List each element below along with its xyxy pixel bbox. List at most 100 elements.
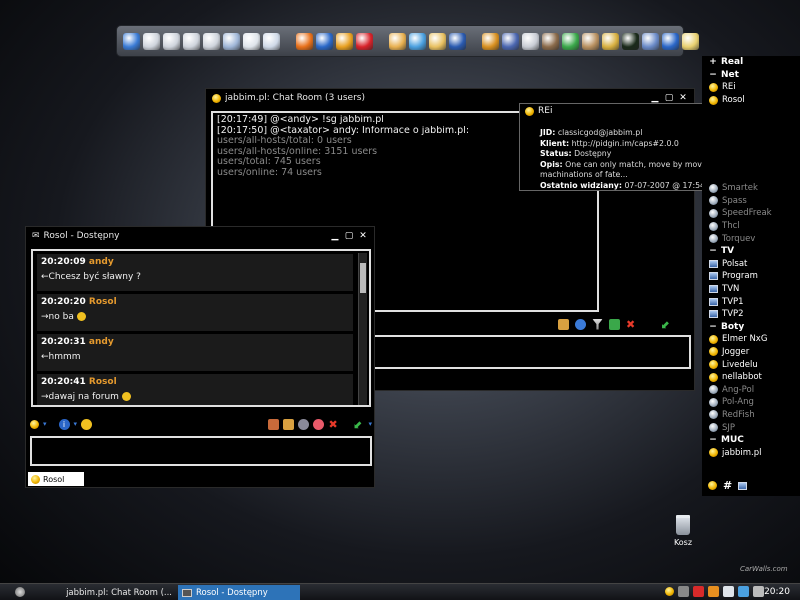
info-icon[interactable]: i bbox=[58, 418, 70, 430]
roster-contact[interactable]: Jogger bbox=[702, 346, 800, 359]
chevron-down-icon[interactable]: ▾ bbox=[43, 420, 47, 428]
gear-icon[interactable] bbox=[298, 418, 310, 430]
roster-contact[interactable]: jabbim.pl bbox=[702, 446, 800, 459]
boot-icon[interactable] bbox=[542, 32, 559, 50]
chevron-down-icon[interactable]: ▾ bbox=[368, 420, 372, 428]
roster-contact[interactable]: Livedelu bbox=[702, 358, 800, 371]
expand-icon[interactable]: − bbox=[709, 246, 717, 256]
close-x-icon[interactable]: ✖ bbox=[328, 419, 339, 430]
roster-group[interactable]: − MUC bbox=[702, 434, 800, 447]
winamp-icon[interactable] bbox=[336, 32, 353, 50]
expand-icon[interactable]: − bbox=[709, 70, 717, 80]
roster-contact[interactable]: Torquev bbox=[702, 232, 800, 245]
gift-icon[interactable] bbox=[268, 418, 280, 430]
message-input[interactable] bbox=[30, 436, 372, 466]
expand-icon[interactable]: − bbox=[709, 322, 717, 332]
network-icon[interactable] bbox=[678, 586, 689, 597]
status-bulb-icon[interactable] bbox=[30, 419, 39, 429]
roster-contact[interactable]: nellabbot bbox=[702, 371, 800, 384]
filter-icon[interactable] bbox=[592, 318, 603, 330]
roster-contact[interactable]: Polsat bbox=[702, 258, 800, 271]
send-arrow-icon[interactable]: ⬋ bbox=[353, 419, 364, 430]
folder-icon[interactable] bbox=[263, 32, 280, 50]
private-chat-titlebar[interactable]: ✉ Rosol - Dostępny ▁ ▢ ✕ bbox=[26, 227, 374, 245]
mouse-icon[interactable] bbox=[183, 32, 200, 50]
taskbar-item-private-chat[interactable]: Rosol - Dostępny bbox=[178, 585, 300, 600]
roster-group[interactable]: − TV bbox=[702, 245, 800, 258]
roster-contact[interactable]: REi bbox=[702, 81, 800, 94]
close-button[interactable]: ✕ bbox=[358, 231, 368, 241]
chat-room-input[interactable] bbox=[346, 335, 691, 369]
roster-contact[interactable]: Thcl bbox=[702, 220, 800, 233]
phone-icon[interactable] bbox=[223, 32, 240, 50]
roster-contact[interactable]: Rosol bbox=[702, 94, 800, 107]
expand-icon[interactable]: − bbox=[709, 435, 717, 445]
roster-contact[interactable]: Spass bbox=[702, 195, 800, 208]
send-arrow-icon[interactable]: ⬋ bbox=[661, 319, 672, 330]
close-button[interactable]: ✕ bbox=[678, 93, 688, 103]
volume-icon[interactable] bbox=[753, 586, 764, 597]
mouse-icon[interactable] bbox=[203, 32, 220, 50]
status-bulb-icon[interactable] bbox=[708, 481, 717, 490]
maximize-button[interactable]: ▢ bbox=[664, 93, 674, 103]
antivirus-icon[interactable] bbox=[693, 586, 704, 597]
close-x-icon[interactable]: ✖ bbox=[626, 319, 637, 330]
message-log[interactable]: 20:20:09 andy ←Chcesz być sławny ? 20:20:2… bbox=[31, 249, 371, 407]
roster-contact[interactable]: Pol-Ang bbox=[702, 396, 800, 409]
drive-icon[interactable] bbox=[243, 32, 260, 50]
roster-contact[interactable]: SpeedFreak bbox=[702, 207, 800, 220]
roster-group[interactable]: − Boty bbox=[702, 320, 800, 333]
roster-group[interactable]: − Net bbox=[702, 69, 800, 82]
tools-icon[interactable] bbox=[602, 32, 619, 50]
ie-icon[interactable] bbox=[316, 32, 333, 50]
update-icon[interactable] bbox=[708, 586, 719, 597]
minimize-button[interactable]: ▁ bbox=[330, 231, 340, 241]
firefox-icon[interactable] bbox=[296, 32, 313, 50]
book-icon[interactable] bbox=[642, 32, 659, 50]
scrollbar-thumb[interactable] bbox=[360, 263, 366, 293]
history-icon[interactable] bbox=[283, 418, 295, 430]
utorrent-icon[interactable] bbox=[562, 32, 579, 50]
minimize-button[interactable]: ▁ bbox=[650, 93, 660, 103]
trash-desktop-icon[interactable]: Kosz bbox=[668, 515, 698, 547]
history-icon[interactable] bbox=[558, 318, 569, 330]
roster-contact[interactable]: TVP2 bbox=[702, 308, 800, 321]
mouse-icon[interactable] bbox=[143, 32, 160, 50]
cake-icon[interactable] bbox=[389, 32, 406, 50]
maximize-button[interactable]: ▢ bbox=[344, 231, 354, 241]
hp-icon[interactable] bbox=[449, 32, 466, 50]
scrollbar[interactable] bbox=[358, 253, 367, 405]
monitor-icon[interactable] bbox=[123, 32, 140, 50]
roster-contact[interactable]: RedFish bbox=[702, 409, 800, 422]
chat-tab[interactable]: Rosol bbox=[28, 472, 84, 486]
chevron-down-icon[interactable]: ▾ bbox=[74, 420, 78, 428]
roster-contact[interactable]: Program bbox=[702, 270, 800, 283]
briefcase-icon[interactable] bbox=[582, 32, 599, 50]
refresh-icon[interactable] bbox=[609, 318, 620, 330]
taskbar-item-chat-room[interactable]: jabbim.pl: Chat Room (... bbox=[58, 585, 172, 600]
roster-contact[interactable]: SJP bbox=[702, 421, 800, 434]
jabber-tray-icon[interactable] bbox=[665, 587, 674, 596]
hash-icon[interactable]: # bbox=[723, 479, 732, 492]
terminal-icon[interactable] bbox=[622, 32, 639, 50]
roster-contact[interactable]: TVN bbox=[702, 283, 800, 296]
basket-icon[interactable] bbox=[482, 32, 499, 50]
roster-contact[interactable]: Elmer NxG bbox=[702, 333, 800, 346]
smiley-icon[interactable] bbox=[81, 418, 93, 430]
acrobat-icon[interactable] bbox=[356, 32, 373, 50]
monitor-icon[interactable] bbox=[738, 481, 748, 490]
bluetooth-icon[interactable] bbox=[738, 586, 749, 597]
info-icon[interactable] bbox=[662, 32, 679, 50]
chrome-ball-icon[interactable] bbox=[409, 32, 426, 50]
pencil-icon[interactable] bbox=[682, 32, 699, 50]
roster-contact[interactable]: TVP1 bbox=[702, 295, 800, 308]
roster-group[interactable]: + Real bbox=[702, 56, 800, 69]
roster-contact[interactable]: Ang-Pol bbox=[702, 383, 800, 396]
expand-icon[interactable]: + bbox=[709, 57, 717, 67]
drive-icon[interactable] bbox=[723, 586, 734, 597]
headphones-icon[interactable] bbox=[522, 32, 539, 50]
mouse-icon[interactable] bbox=[163, 32, 180, 50]
roster-contact[interactable]: Smartek bbox=[702, 182, 800, 195]
floppy-icon[interactable] bbox=[502, 32, 519, 50]
lifebuoy-icon[interactable] bbox=[313, 418, 325, 430]
